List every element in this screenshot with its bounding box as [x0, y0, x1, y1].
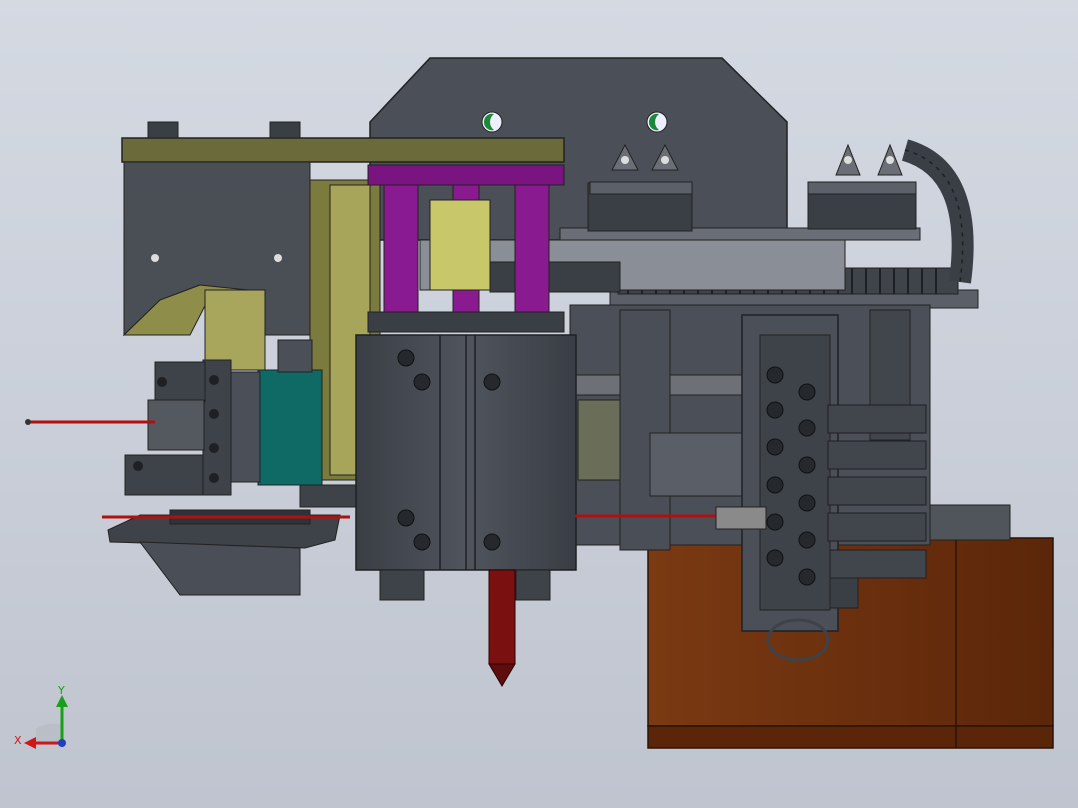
- triad-y-label: Y: [58, 684, 65, 697]
- triad-x-label: X: [14, 734, 22, 747]
- central-cylinder-block: [355, 334, 577, 601]
- cad-viewport[interactable]: Y X: [0, 0, 1078, 808]
- machine-assembly-model[interactable]: [0, 0, 1078, 808]
- red-punch-tool: [488, 569, 516, 687]
- magenta-column-frame: [367, 164, 565, 333]
- lower-left-jaw: [107, 509, 341, 596]
- coordinate-triad: Y X: [10, 685, 80, 755]
